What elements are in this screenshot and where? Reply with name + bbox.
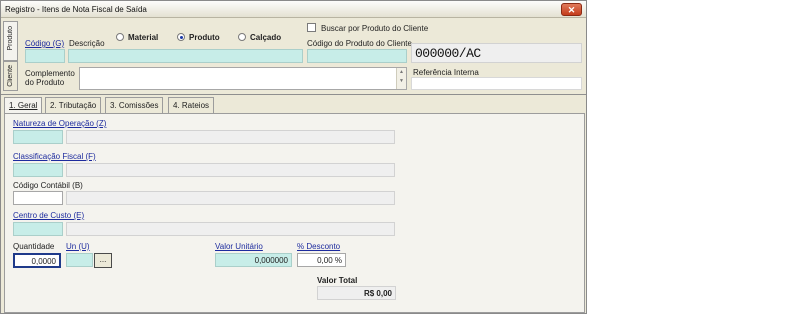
desconto-value: 0,00 % bbox=[317, 256, 342, 265]
codigo-contabil-label: Código Contábil (B) bbox=[13, 181, 83, 190]
tab-rateios[interactable]: 4. Rateios bbox=[168, 97, 215, 113]
codigo-contabil-input[interactable] bbox=[13, 191, 63, 205]
quantidade-input[interactable]: 0,0000 bbox=[13, 253, 61, 268]
vertical-tab-produto[interactable]: Produto bbox=[3, 21, 18, 61]
tab-comissoes-label: 3. Comissões bbox=[110, 101, 159, 110]
complemento-textarea[interactable]: ▲ ▼ bbox=[79, 67, 407, 90]
natureza-label[interactable]: Natureza de Operação (Z) bbox=[13, 119, 106, 128]
codigo-display-value: 000000/AC bbox=[415, 46, 481, 61]
centro-custo-code-input[interactable] bbox=[13, 222, 63, 236]
classificacao-desc-field bbox=[66, 163, 395, 177]
buscar-cliente-checkbox[interactable] bbox=[307, 23, 316, 32]
codigo-cliente-label: Código do Produto do Cliente bbox=[307, 39, 412, 48]
complemento-scrollbar[interactable]: ▲ ▼ bbox=[396, 68, 406, 89]
tab-tributacao[interactable]: 2. Tributação bbox=[45, 97, 102, 113]
tab-geral[interactable]: 1. Geral bbox=[4, 97, 43, 114]
tab-tributacao-label: 2. Tributação bbox=[50, 101, 97, 110]
valor-total-label: Valor Total bbox=[317, 276, 358, 285]
codigo-display-box: 000000/AC bbox=[411, 43, 582, 63]
section-divider bbox=[1, 94, 586, 95]
centro-custo-desc-field bbox=[66, 222, 395, 236]
scroll-up-icon[interactable]: ▲ bbox=[397, 68, 406, 77]
classificacao-label[interactable]: Classificação Fiscal (F) bbox=[13, 152, 96, 161]
complemento-label-text: Complemento do Produto bbox=[25, 69, 75, 87]
classificacao-code-input[interactable] bbox=[13, 163, 63, 177]
vertical-tab-cliente-label: Cliente bbox=[7, 65, 14, 87]
quantidade-label: Quantidade bbox=[13, 242, 55, 251]
dialog-window: Registro - Itens de Nota Fiscal de Saída… bbox=[0, 0, 587, 314]
close-button[interactable]: ✕ bbox=[561, 3, 582, 16]
centro-custo-label[interactable]: Centro de Custo (E) bbox=[13, 211, 84, 220]
radio-calcado[interactable] bbox=[238, 33, 246, 41]
radio-produto[interactable] bbox=[177, 33, 185, 41]
unid-browse-button[interactable]: ... bbox=[94, 253, 112, 268]
buscar-cliente-label: Buscar por Produto do Cliente bbox=[321, 24, 429, 33]
tab-rateios-label: 4. Rateios bbox=[173, 101, 210, 110]
tab-geral-label: 1. Geral bbox=[9, 101, 38, 110]
descricao-label: Descrição bbox=[69, 39, 105, 48]
codigo-input[interactable] bbox=[25, 49, 65, 63]
scroll-down-icon[interactable]: ▼ bbox=[397, 77, 406, 86]
quantidade-value: 0,0000 bbox=[31, 257, 56, 266]
unid-label[interactable]: Un (U) bbox=[66, 242, 90, 251]
natureza-code-input[interactable] bbox=[13, 130, 63, 144]
valor-unitario-input[interactable]: 0,000000 bbox=[215, 253, 292, 267]
vertical-tab-produto-label: Produto bbox=[7, 26, 14, 51]
tab-comissoes[interactable]: 3. Comissões bbox=[105, 97, 164, 113]
descricao-input[interactable] bbox=[68, 49, 303, 63]
complemento-label: Complemento do Produto bbox=[25, 69, 75, 87]
unid-input[interactable] bbox=[66, 253, 93, 267]
valor-unitario-value: 0,000000 bbox=[254, 256, 288, 265]
radio-material[interactable] bbox=[116, 33, 124, 41]
codigo-contabil-desc-field bbox=[66, 191, 395, 205]
radio-calcado-label: Calçado bbox=[250, 33, 282, 42]
desconto-input[interactable]: 0,00 % bbox=[297, 253, 346, 267]
window-title: Registro - Itens de Nota Fiscal de Saída bbox=[5, 5, 147, 14]
radio-material-label: Material bbox=[128, 33, 159, 42]
valor-total-value: R$ 0,00 bbox=[363, 289, 392, 298]
referencia-label: Referência Interna bbox=[413, 68, 479, 77]
referencia-input[interactable] bbox=[411, 77, 582, 90]
natureza-desc-field bbox=[66, 130, 395, 144]
codigo-cliente-input[interactable] bbox=[307, 49, 407, 63]
radio-produto-label: Produto bbox=[189, 33, 220, 42]
valor-total-field: R$ 0,00 bbox=[317, 286, 396, 300]
codigo-label[interactable]: Código (G) bbox=[25, 39, 64, 48]
title-bar: Registro - Itens de Nota Fiscal de Saída… bbox=[1, 1, 586, 18]
valor-unitario-label[interactable]: Valor Unitário bbox=[215, 242, 263, 251]
desconto-label[interactable]: % Desconto bbox=[297, 242, 340, 251]
vertical-tab-cliente[interactable]: Cliente bbox=[3, 61, 18, 91]
